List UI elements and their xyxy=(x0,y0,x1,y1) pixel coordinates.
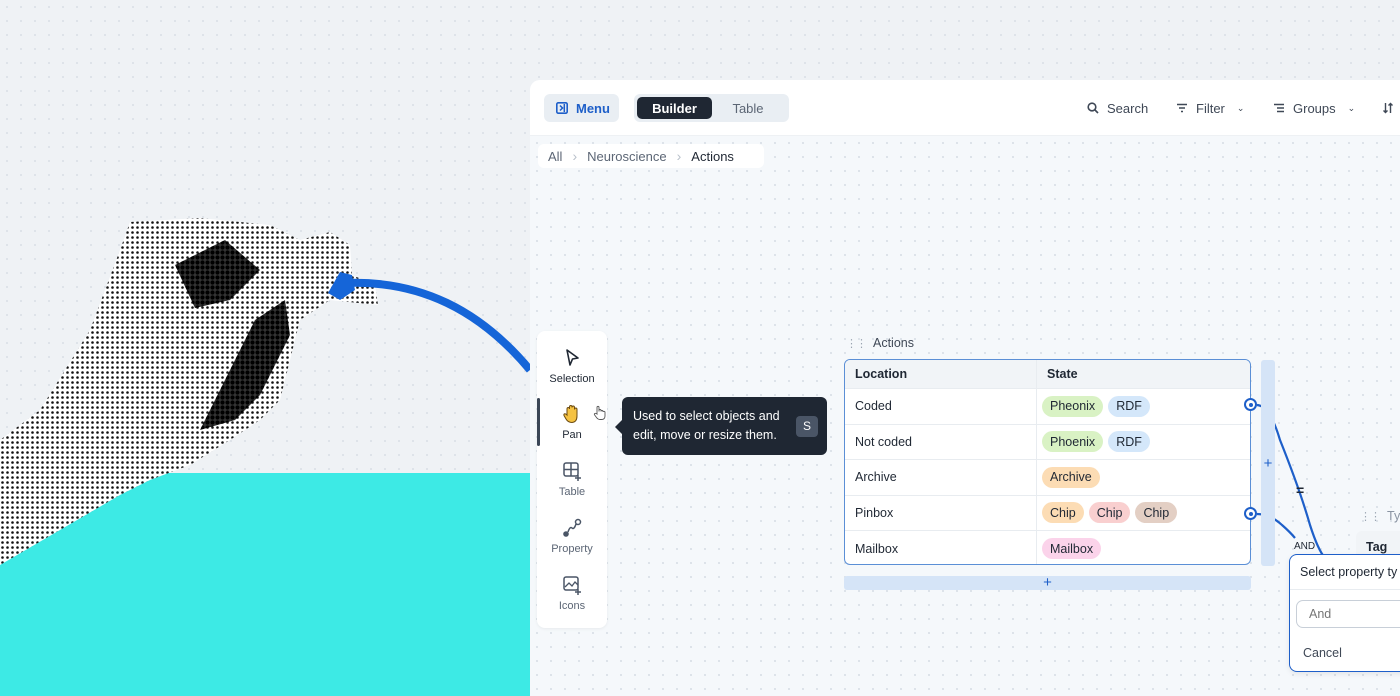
breadcrumb-item-neuroscience[interactable]: Neuroscience xyxy=(587,149,667,164)
search-button[interactable]: Search xyxy=(1087,80,1148,136)
add-column-button[interactable]: + xyxy=(1261,360,1275,566)
groups-label: Groups xyxy=(1293,100,1336,116)
state-cell[interactable]: Chip Chip Chip xyxy=(1037,496,1250,531)
groups-icon xyxy=(1274,103,1284,113)
state-cell[interactable]: Archive xyxy=(1037,460,1250,495)
tooltip-text-line2: edit, move or resize them. xyxy=(633,428,777,442)
breadcrumb-item-actions: Actions xyxy=(691,148,734,164)
tab-builder[interactable]: Builder xyxy=(637,97,712,119)
filter-icon xyxy=(1177,103,1187,113)
column-header-state[interactable]: State xyxy=(1037,360,1250,388)
type-node-title[interactable]: ⋮⋮ Typ xyxy=(1360,509,1400,523)
state-chip[interactable]: Chip xyxy=(1042,502,1084,524)
connector-icon xyxy=(563,518,582,537)
tool-palette: Selection Pan Table Property Icons xyxy=(537,331,607,628)
location-cell[interactable]: Archive xyxy=(845,460,1037,495)
tooltip-text-line1: Used to select objects and xyxy=(633,409,780,423)
chevron-down-icon: ⌄ xyxy=(1236,102,1245,113)
pointer-hand-cursor-icon xyxy=(593,405,606,420)
cursor-arrow-icon xyxy=(566,349,579,366)
state-cell[interactable]: Pheonix RDF xyxy=(1037,389,1250,424)
row-connection-port[interactable] xyxy=(1244,507,1257,520)
table-node-name: Actions xyxy=(873,336,914,350)
state-chip[interactable]: Mailbox xyxy=(1042,538,1102,560)
table-add-icon xyxy=(563,462,581,481)
state-chip[interactable]: Pheonix xyxy=(1042,395,1104,417)
search-label: Search xyxy=(1107,100,1149,116)
drag-handle-icon[interactable]: ⋮⋮ xyxy=(1360,510,1381,523)
view-switcher: Builder Table xyxy=(634,94,789,122)
tool-icons-label: Icons xyxy=(558,600,586,612)
tool-property[interactable]: Property xyxy=(537,517,607,567)
location-cell[interactable]: Coded xyxy=(845,389,1037,424)
state-chip[interactable]: RDF xyxy=(1108,431,1150,453)
filter-label: Filter xyxy=(1196,100,1225,116)
tool-table[interactable]: Table xyxy=(537,460,607,510)
chevron-right-icon: › xyxy=(676,148,682,164)
tool-icons[interactable]: Icons xyxy=(537,574,607,624)
state-chip[interactable]: Chip xyxy=(1088,502,1131,524)
actions-table: Location State Coded Pheonix RDF Not coded P… xyxy=(844,359,1251,565)
state-cell[interactable]: Mailbox xyxy=(1037,531,1250,564)
tool-pan-label: Pan xyxy=(562,429,582,441)
groups-dropdown[interactable]: Groups ⌄ xyxy=(1273,80,1355,136)
sort-icon xyxy=(1383,102,1393,114)
row-connection-port[interactable] xyxy=(1244,398,1257,411)
table-row[interactable]: Pinbox Chip Chip Chip xyxy=(845,495,1250,531)
top-toolbar: Menu Builder Table Search Filter ⌄ Group… xyxy=(530,80,1400,136)
table-row[interactable]: Not coded Phoenix RDF xyxy=(845,424,1250,460)
popup-divider xyxy=(1290,589,1400,590)
table-row[interactable]: Coded Pheonix RDF xyxy=(845,389,1250,425)
location-cell[interactable]: Not coded xyxy=(845,424,1037,459)
app-window: Menu Builder Table Search Filter ⌄ Group… xyxy=(530,80,1400,696)
tool-property-label: Property xyxy=(551,543,593,555)
image-add-icon xyxy=(563,576,581,595)
state-chip[interactable]: Chip xyxy=(1135,502,1178,524)
column-header-location[interactable]: Location xyxy=(845,360,1037,388)
menu-label: Menu xyxy=(576,100,610,116)
table-row[interactable]: Archive Archive xyxy=(845,460,1250,496)
breadcrumb: All › Neuroscience › Actions xyxy=(538,144,764,168)
tool-selection[interactable]: Selection xyxy=(537,347,607,397)
location-cell[interactable]: Pinbox xyxy=(845,495,1037,530)
and-operator-label[interactable]: AND xyxy=(1294,541,1315,552)
filter-dropdown[interactable]: Filter ⌄ xyxy=(1176,80,1244,136)
tool-table-label: Table xyxy=(558,486,586,498)
tool-selection-label: Selection xyxy=(549,373,595,385)
breadcrumb-item-all[interactable]: All xyxy=(548,149,562,164)
drag-handle-icon[interactable]: ⋮⋮ xyxy=(846,337,867,350)
table-node-title[interactable]: ⋮⋮ Actions xyxy=(846,336,914,350)
hand-icon xyxy=(563,404,578,424)
tab-table[interactable]: Table xyxy=(712,97,784,119)
search-icon xyxy=(1087,102,1099,114)
cancel-button[interactable]: Cancel xyxy=(1303,646,1342,660)
state-chip[interactable]: Archive xyxy=(1042,466,1100,488)
popup-title: Select property ty xyxy=(1300,565,1398,579)
table-header-row: Location State xyxy=(845,360,1250,389)
add-row-button[interactable]: + xyxy=(844,575,1251,590)
table-row[interactable]: Mailbox Mailbox xyxy=(845,531,1250,564)
equals-operator-label[interactable]: = xyxy=(1296,482,1304,498)
menu-button[interactable]: Menu xyxy=(544,94,619,122)
type-node-name: Typ xyxy=(1387,509,1400,523)
shortcut-key-badge: S xyxy=(796,416,818,437)
property-type-input[interactable] xyxy=(1296,600,1400,628)
tool-tooltip: Used to select objects and edit, move or… xyxy=(615,397,827,455)
chevron-down-icon: ⌄ xyxy=(1347,102,1356,113)
state-chip[interactable]: Phoenix xyxy=(1042,431,1104,453)
state-cell[interactable]: Phoenix RDF xyxy=(1037,425,1250,460)
hand-illustration xyxy=(0,218,534,565)
location-cell[interactable]: Mailbox xyxy=(845,531,1037,564)
chevron-right-icon: › xyxy=(572,148,578,164)
sort-button[interactable] xyxy=(1382,80,1394,136)
sidebar-toggle-icon xyxy=(556,102,568,114)
property-type-popup: Select property ty Cancel xyxy=(1289,554,1400,672)
state-chip[interactable]: RDF xyxy=(1108,395,1150,417)
